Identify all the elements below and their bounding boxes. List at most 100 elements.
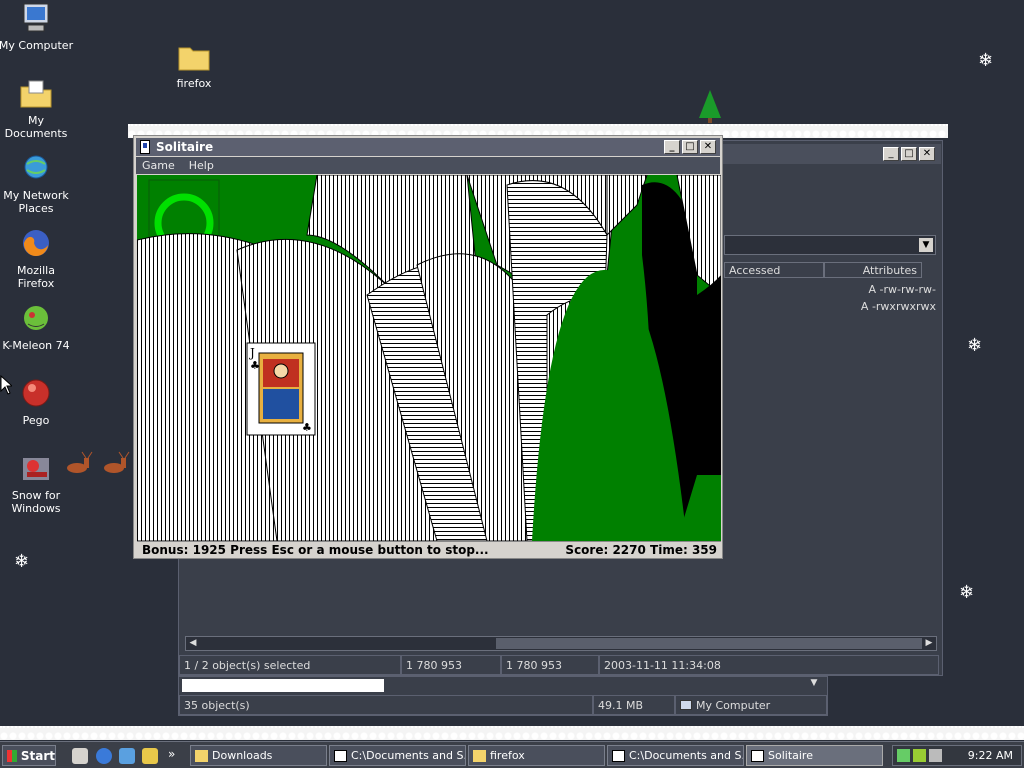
jack-of-clubs-card: J ♣ ♣ xyxy=(246,342,316,436)
folder-address-field[interactable] xyxy=(182,679,384,692)
svg-text:J: J xyxy=(248,346,255,360)
menu-help[interactable]: Help xyxy=(189,159,214,172)
taskbar-button-downloads[interactable]: Downloads xyxy=(190,745,327,766)
menu-game[interactable]: Game xyxy=(142,159,175,172)
desktop-icon-network-places[interactable]: My Network Places xyxy=(0,152,74,215)
computer-icon xyxy=(680,700,692,710)
desktop-icon-my-documents[interactable]: My Documents xyxy=(0,77,74,140)
scroll-left-icon[interactable]: ◀ xyxy=(186,637,200,650)
start-label: Start xyxy=(20,748,55,763)
taskbar-button-solitaire[interactable]: Solitaire xyxy=(746,745,883,766)
scrollbar-thumb[interactable] xyxy=(496,638,922,649)
desktop-icon-label: Pego xyxy=(22,414,50,427)
mouse-cursor-icon xyxy=(0,374,14,398)
network-icon xyxy=(19,152,53,186)
column-header-attributes[interactable]: Attributes xyxy=(824,262,922,278)
explorer-statusbar: 1 / 2 object(s) selected 1 780 953 1 780… xyxy=(179,655,942,675)
bouncing-cards-animation: J ♣ ♣ xyxy=(137,175,721,541)
christmas-tree-icon xyxy=(697,90,723,127)
task-label: C:\Documents and S... xyxy=(629,749,744,762)
maximize-button[interactable]: □ xyxy=(901,147,917,161)
solitaire-icon xyxy=(751,749,764,762)
svg-text:♣: ♣ xyxy=(250,359,260,372)
bonus-status: Bonus: 1925 Press Esc or a mouse button … xyxy=(142,543,489,557)
scroll-right-icon[interactable]: ▶ xyxy=(922,637,936,650)
task-label: Solitaire xyxy=(768,749,813,762)
solitaire-titlebar[interactable]: Solitaire _ □ ✕ xyxy=(136,138,720,156)
quicklaunch-ie-icon[interactable] xyxy=(96,748,112,764)
7zip-icon xyxy=(334,749,347,762)
desktop-icon-mozilla-firefox[interactable]: Mozilla Firefox xyxy=(0,227,74,290)
status-selected: 1 / 2 object(s) selected xyxy=(179,655,401,675)
minimize-button[interactable]: _ xyxy=(664,140,680,154)
desktop-icon-label: K-Meleon 74 xyxy=(2,339,70,352)
quicklaunch-search-icon[interactable] xyxy=(142,748,158,764)
desktop-icon-my-computer[interactable]: My Computer xyxy=(0,2,74,52)
taskbar-button-firefox-folder[interactable]: firefox xyxy=(468,745,605,766)
folder-icon xyxy=(473,749,486,762)
snow-santa-icon xyxy=(19,452,53,486)
solitaire-icon xyxy=(140,140,150,154)
taskbar-button-7zip-1[interactable]: C:\Documents and S... xyxy=(329,745,466,766)
minimize-button[interactable]: _ xyxy=(883,147,899,161)
close-button[interactable]: ✕ xyxy=(700,140,716,154)
desktop-icon-label: My Documents xyxy=(4,114,68,140)
status-total-size: 49.1 MB xyxy=(593,695,675,715)
quicklaunch-outlook-icon[interactable] xyxy=(119,748,135,764)
folder-icon xyxy=(195,749,208,762)
maximize-button[interactable]: □ xyxy=(682,140,698,154)
desktop-icon-label: My Network Places xyxy=(3,189,69,215)
pego-icon xyxy=(19,377,53,411)
snowflake-icon: ❄ xyxy=(14,551,30,572)
explorer-address-dropdown[interactable]: ▼ xyxy=(724,235,936,255)
svg-text:♣: ♣ xyxy=(302,421,312,434)
task-label: firefox xyxy=(490,749,525,762)
quicklaunch-show-desktop-icon[interactable] xyxy=(72,748,88,764)
tray-network-icon[interactable] xyxy=(897,749,910,762)
desktop-icon-label: My Computer xyxy=(0,39,74,52)
desktop-icon-label: Mozilla Firefox xyxy=(17,264,55,290)
snowflake-icon: ❄ xyxy=(959,582,975,603)
desktop-icon-label: firefox xyxy=(176,77,212,90)
kmeleon-icon xyxy=(19,302,53,336)
solitaire-menubar: Game Help xyxy=(136,157,720,174)
system-tray: 9:22 AM xyxy=(892,745,1022,766)
chevron-down-icon[interactable]: ▼ xyxy=(807,678,821,692)
snow-decoration xyxy=(0,726,1024,740)
explorer-titlebar[interactable]: _ □ ✕ xyxy=(719,144,941,164)
folder-window[interactable]: ▼ 35 object(s) 49.1 MB My Computer xyxy=(178,676,828,716)
solitaire-window[interactable]: Solitaire _ □ ✕ Game Help J ♣ ♣ Bonus: 1… xyxy=(133,135,723,559)
status-size-packed: 1 780 953 xyxy=(501,655,599,675)
taskbar: Start » Downloads C:\Documents and S... … xyxy=(0,741,1024,768)
snowflake-icon: ❄ xyxy=(967,335,983,356)
desktop-icon-label: Snow for Windows xyxy=(11,489,61,515)
clock[interactable]: 9:22 AM xyxy=(968,749,1013,762)
status-size: 1 780 953 xyxy=(401,655,501,675)
close-button[interactable]: ✕ xyxy=(919,147,935,161)
task-label: C:\Documents and S... xyxy=(351,749,466,762)
solitaire-playfield[interactable]: J ♣ ♣ xyxy=(137,175,721,541)
horizontal-scrollbar[interactable]: ◀ ▶ xyxy=(185,636,937,651)
window-title: Solitaire xyxy=(156,140,214,154)
desktop-icon-kmeleon[interactable]: K-Meleon 74 xyxy=(0,302,74,352)
quicklaunch-overflow-icon[interactable]: » xyxy=(168,747,175,761)
tray-app-icon[interactable] xyxy=(913,749,926,762)
start-button[interactable]: Start xyxy=(2,745,56,766)
chevron-down-icon[interactable]: ▼ xyxy=(919,238,933,252)
tray-volume-icon[interactable] xyxy=(929,749,942,762)
documents-folder-icon xyxy=(19,77,53,111)
file-row-attributes[interactable]: A -rwxrwxrwx xyxy=(861,300,936,313)
score-time-status: Score: 2270 Time: 359 xyxy=(565,543,717,557)
snowflake-icon: ❄ xyxy=(978,50,994,71)
status-location-label: My Computer xyxy=(696,698,771,712)
computer-icon xyxy=(19,2,53,36)
taskbar-button-7zip-2[interactable]: C:\Documents and S... xyxy=(607,745,744,766)
status-object-count: 35 object(s) xyxy=(179,695,593,715)
status-location: My Computer xyxy=(675,695,827,715)
7zip-icon xyxy=(612,749,625,762)
desktop-icon-firefox-folder[interactable]: firefox xyxy=(156,40,232,90)
file-row-attributes[interactable]: A -rw-rw-rw- xyxy=(869,283,936,296)
column-header-accessed[interactable]: Accessed xyxy=(724,262,824,278)
solitaire-statusbar: Bonus: 1925 Press Esc or a mouse button … xyxy=(137,541,721,558)
folder-statusbar: 35 object(s) 49.1 MB My Computer xyxy=(179,695,827,715)
